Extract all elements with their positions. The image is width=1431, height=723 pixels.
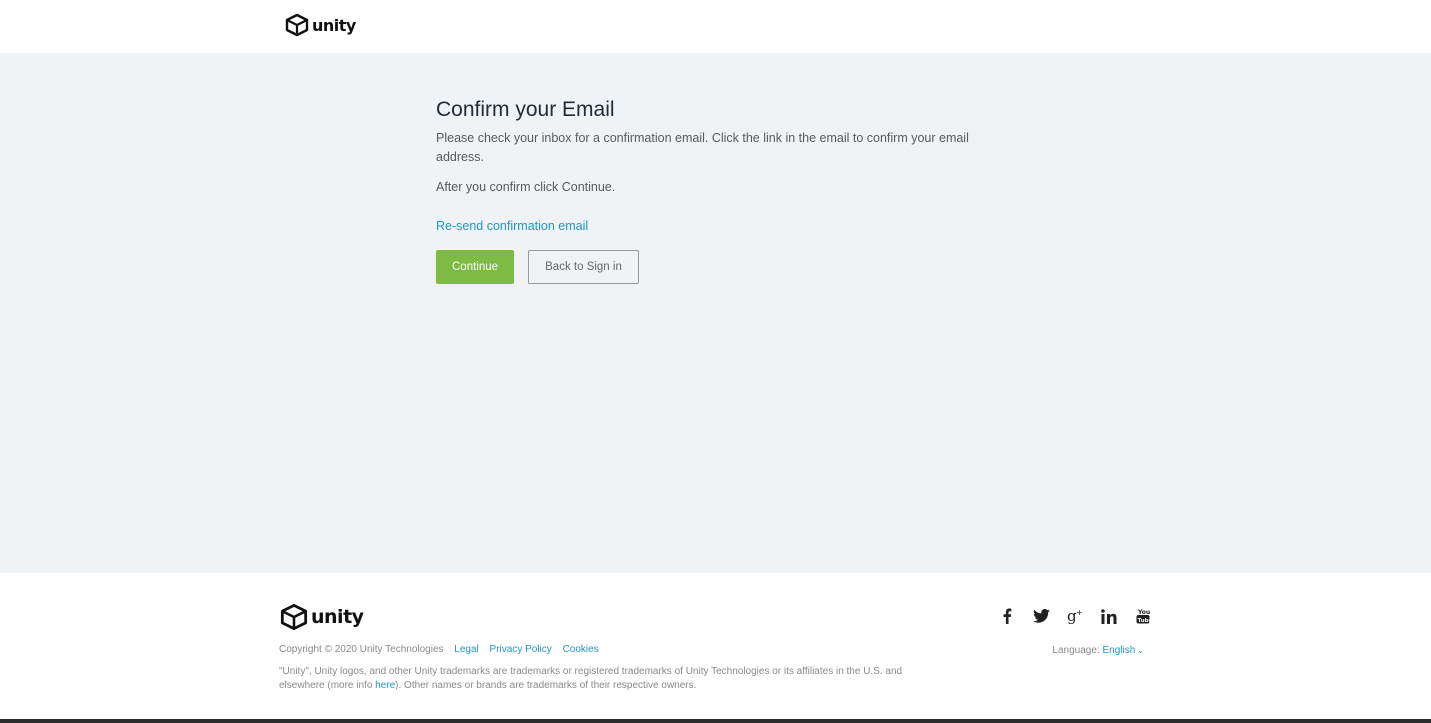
after-confirm-text: After you confirm click Continue.: [436, 180, 616, 194]
page-title: Confirm your Email: [436, 98, 615, 121]
language-label: Language:: [1052, 645, 1100, 656]
language-value[interactable]: English: [1102, 645, 1135, 656]
social-links: g + You Tube: [990, 605, 1160, 627]
resend-confirmation-link[interactable]: Re-send confirmation email: [436, 219, 588, 233]
confirmation-description: Please check your inbox for a confirmati…: [436, 131, 969, 164]
logo-text: unity: [312, 15, 356, 35]
svg-text:+: +: [1076, 608, 1083, 617]
action-buttons: Continue Back to Sign in: [436, 250, 639, 284]
language-selector[interactable]: Language: English ⌄: [1052, 645, 1144, 656]
youtube-icon[interactable]: You Tube: [1126, 605, 1160, 627]
trademark-more-info-link[interactable]: here: [375, 680, 395, 691]
copyright-text: Copyright © 2020 Unity Technologies: [279, 644, 444, 655]
privacy-policy-link[interactable]: Privacy Policy: [490, 644, 552, 655]
facebook-icon[interactable]: [990, 605, 1024, 627]
linkedin-icon[interactable]: [1092, 605, 1126, 627]
svg-text:You: You: [1137, 609, 1150, 616]
confirm-email-panel: Confirm your Email Please check your inb…: [436, 97, 996, 284]
site-header: unity: [0, 0, 1431, 53]
legal-link[interactable]: Legal: [454, 644, 478, 655]
site-footer: unity Copyright © 2020 Unity Technologie…: [0, 573, 1431, 719]
unity-cube-icon: [280, 603, 308, 631]
google-plus-icon[interactable]: g +: [1058, 605, 1092, 627]
footer-logo-text: unity: [311, 606, 364, 628]
trademark-text-end: ). Other names or brands are trademarks …: [395, 680, 697, 691]
footer-unity-logo[interactable]: unity: [280, 603, 364, 631]
unity-logo[interactable]: unity: [285, 13, 356, 37]
chevron-down-icon: ⌄: [1137, 646, 1144, 655]
unity-cube-icon: [285, 13, 309, 37]
cookies-link[interactable]: Cookies: [563, 644, 599, 655]
copyright-row: Copyright © 2020 Unity Technologies Lega…: [279, 644, 599, 655]
continue-button[interactable]: Continue: [436, 250, 514, 284]
window-bottom-edge: [0, 719, 1431, 723]
twitter-icon[interactable]: [1024, 605, 1058, 627]
main-content-area: Confirm your Email Please check your inb…: [0, 53, 1431, 573]
svg-text:Tube: Tube: [1138, 618, 1150, 624]
trademark-notice: "Unity", Unity logos, and other Unity tr…: [279, 665, 919, 693]
back-to-sign-in-button[interactable]: Back to Sign in: [528, 250, 639, 284]
